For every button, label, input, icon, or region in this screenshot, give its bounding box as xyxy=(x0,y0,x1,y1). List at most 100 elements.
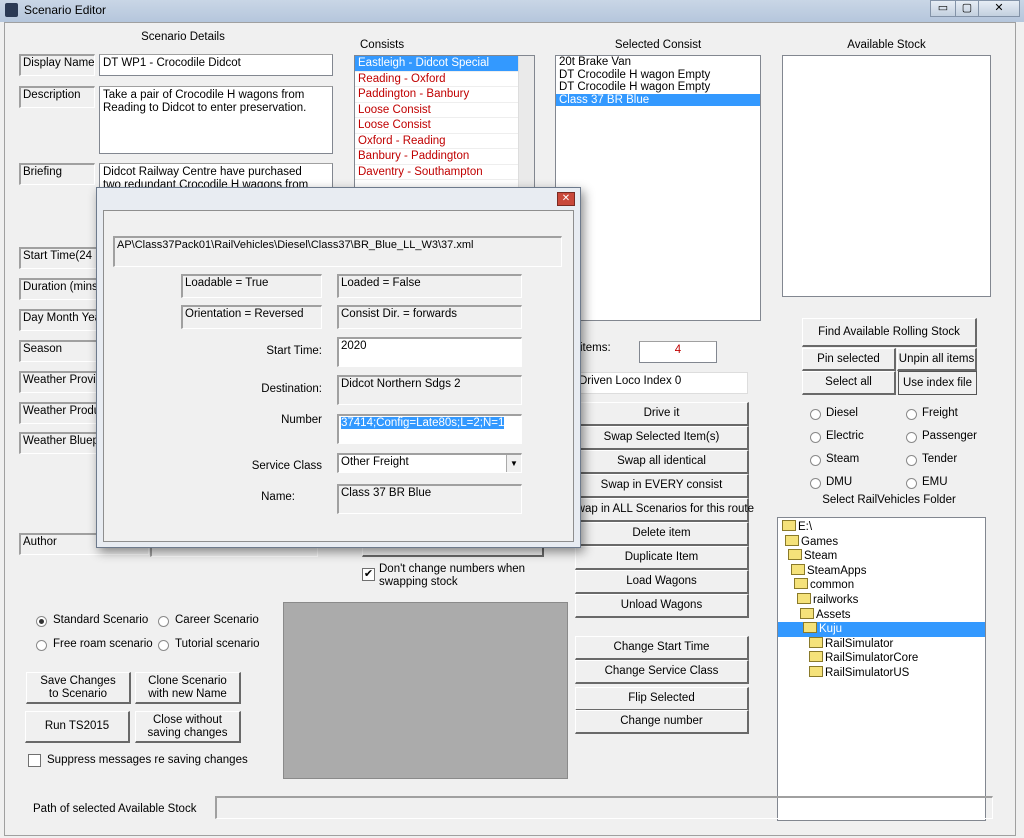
action-button[interactable]: Change Service Class xyxy=(575,660,749,684)
number-label: Number xyxy=(281,414,322,426)
select-all-button[interactable]: Select all xyxy=(802,371,896,395)
path-label: Path of selected Available Stock xyxy=(33,803,197,815)
action-button[interactable]: Load Wagons xyxy=(575,570,749,594)
selected-consist-item[interactable]: 20t Brake Van xyxy=(556,56,760,69)
maximize-button[interactable]: ▢ xyxy=(955,0,979,17)
scenario-type-radio[interactable] xyxy=(36,640,47,651)
consist-list-item[interactable]: Loose Consist xyxy=(355,103,519,118)
stock-type-label: EMU xyxy=(922,476,948,488)
display-name-input[interactable]: DT WP1 - Crocodile Didcot xyxy=(99,54,333,76)
tree-node[interactable]: Steam xyxy=(778,549,985,564)
scenario-type-radio[interactable] xyxy=(158,616,169,627)
consist-list-item[interactable]: Oxford - Reading xyxy=(355,134,519,149)
scenario-type-label: Free roam scenario xyxy=(53,638,153,650)
tree-node-label: Games xyxy=(801,535,839,548)
start-time-input[interactable]: 2020 xyxy=(337,337,522,367)
tree-node[interactable]: Kuju xyxy=(778,622,985,637)
consist-list-item[interactable]: Banbury - Paddington xyxy=(355,149,519,165)
available-stock-list[interactable] xyxy=(782,55,991,297)
stock-type-label: Steam xyxy=(826,453,860,465)
folder-icon xyxy=(785,534,799,546)
folder-icon xyxy=(788,549,802,561)
find-rolling-stock-button[interactable]: Find Available Rolling Stock xyxy=(802,318,977,347)
scenario-type-radio[interactable] xyxy=(36,616,47,627)
chevron-down-icon[interactable]: ▼ xyxy=(506,455,521,472)
stock-type-radio[interactable] xyxy=(906,432,917,443)
action-button[interactable]: Flip Selected xyxy=(575,687,749,711)
stock-type-radio[interactable] xyxy=(810,432,821,443)
action-button[interactable]: Drive it xyxy=(575,402,749,426)
stock-type-radio[interactable] xyxy=(810,409,821,420)
stock-type-label: Electric xyxy=(826,430,864,442)
action-button[interactable]: Swap in ALL Scenarios for this route xyxy=(569,498,754,522)
tree-node[interactable]: E:\ xyxy=(778,520,985,535)
pin-selected-button[interactable]: Pin selected xyxy=(802,348,896,371)
action-button[interactable]: Change Start Time xyxy=(575,636,749,660)
number-input[interactable]: 37414;Config=Late80s;L=2;N=1 xyxy=(337,414,522,444)
tree-node[interactable]: Games xyxy=(778,534,985,550)
tree-node[interactable]: SteamApps xyxy=(778,563,985,579)
close-window-button[interactable]: ✕ xyxy=(978,0,1020,17)
action-button[interactable]: Swap all identical xyxy=(575,450,749,474)
path-field[interactable] xyxy=(215,796,993,819)
dont-change-numbers-checkbox[interactable]: ✔ xyxy=(362,568,375,581)
number-value: 37414;Config=Late80s;L=2;N=1 xyxy=(341,417,505,429)
selected-consist-list[interactable]: 20t Brake Van DT Crocodile H wagon Empty D… xyxy=(555,55,761,321)
loadable-status: Loadable = True xyxy=(181,274,322,298)
tree-node[interactable]: Assets xyxy=(778,607,985,623)
consists-list[interactable]: Eastleigh - Didcot Special Reading - Oxfo… xyxy=(354,55,535,189)
tree-node[interactable]: RailSimulatorUS xyxy=(778,665,985,681)
scenario-details-heading: Scenario Details xyxy=(141,31,225,43)
tree-node-label: SteamApps xyxy=(807,564,867,577)
service-class-select[interactable]: Other Freight ▼ xyxy=(337,453,522,473)
consist-list-item[interactable]: Daventry - Southampton xyxy=(355,165,519,180)
dialog-close-button[interactable]: ✕ xyxy=(557,192,575,206)
close-without-saving-button[interactable]: Close without saving changes xyxy=(135,711,241,743)
action-button[interactable]: Delete item xyxy=(575,522,749,546)
tree-node[interactable]: RailSimulatorCore xyxy=(778,651,985,666)
selected-consist-item[interactable]: DT Crocodile H wagon Empty xyxy=(556,69,760,82)
stock-type-radio[interactable] xyxy=(810,478,821,489)
save-changes-button[interactable]: Save Changes to Scenario xyxy=(26,672,131,704)
consists-scrollbar[interactable] xyxy=(518,56,534,188)
unpin-all-button[interactable]: Unpin all items xyxy=(897,348,977,371)
stock-type-radio[interactable] xyxy=(906,478,917,489)
suppress-messages-checkbox[interactable] xyxy=(28,754,41,767)
window-title: Scenario Editor xyxy=(24,3,107,17)
selected-consist-item[interactable]: DT Crocodile H wagon Empty xyxy=(556,81,760,94)
stock-type-radio[interactable] xyxy=(906,409,917,420)
stock-type-radio[interactable] xyxy=(906,455,917,466)
tree-node-label: RailSimulatorCore xyxy=(825,652,919,665)
preview-panel xyxy=(283,602,568,779)
use-index-file-button[interactable]: Use index file xyxy=(898,371,977,395)
consist-list-item[interactable]: Paddington - Banbury xyxy=(355,87,519,103)
tree-node[interactable]: RailSimulator xyxy=(778,636,985,652)
folder-icon xyxy=(791,563,805,575)
clone-scenario-button[interactable]: Clone Scenario with new Name xyxy=(135,672,241,704)
minimize-button[interactable]: ▭ xyxy=(930,0,956,17)
folder-icon xyxy=(803,622,817,634)
consist-list-item[interactable]: Reading - Oxford xyxy=(355,72,519,87)
selected-consist-item[interactable]: Class 37 BR Blue xyxy=(556,93,760,107)
action-button[interactable]: Swap in EVERY consist xyxy=(575,474,749,498)
stock-type-label: Passenger xyxy=(922,430,977,442)
action-button[interactable]: Change number xyxy=(575,710,749,734)
run-ts2015-button[interactable]: Run TS2015 xyxy=(25,711,130,743)
action-button[interactable]: Swap Selected Item(s) xyxy=(575,426,749,450)
consist-list-item[interactable]: Eastleigh - Didcot Special xyxy=(355,56,519,72)
tree-node[interactable]: common xyxy=(778,578,985,593)
consist-list-item[interactable]: Loose Consist xyxy=(355,118,519,134)
consist-item-dialog: ✕ AP\Class37Pack01\RailVehicles\Diesel\C… xyxy=(96,187,581,548)
items-label: items: xyxy=(580,342,611,354)
stock-type-radio[interactable] xyxy=(810,455,821,466)
stock-type-label: Tender xyxy=(922,453,958,465)
action-button[interactable]: Duplicate Item xyxy=(575,546,749,570)
selected-consist-heading: Selected Consist xyxy=(614,39,702,51)
description-textarea[interactable]: Take a pair of Crocodile H wagons from R… xyxy=(99,86,333,154)
tree-node[interactable]: railworks xyxy=(778,592,985,608)
folder-tree[interactable]: E:\ Games Steam SteamApps common railworks Ass… xyxy=(777,517,986,821)
tree-node-label: Steam xyxy=(804,550,838,563)
start-time-label: Start Time: xyxy=(266,345,322,357)
action-button[interactable]: Unload Wagons xyxy=(575,594,749,618)
scenario-type-radio[interactable] xyxy=(158,640,169,651)
